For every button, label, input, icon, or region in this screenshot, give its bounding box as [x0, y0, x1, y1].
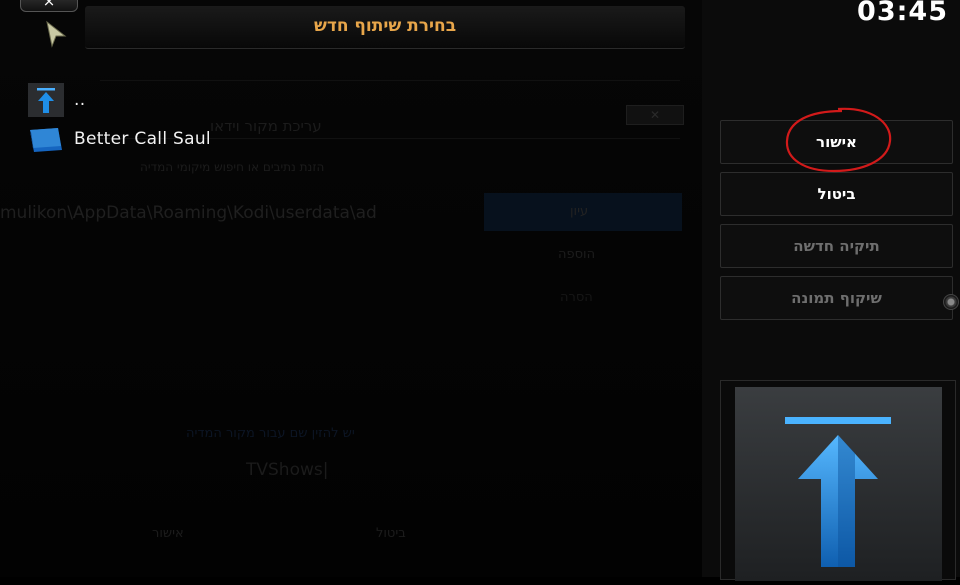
dialog-title-bar: בחירת שיתוף חדש	[85, 6, 685, 49]
cancel-button-label: ביטול	[817, 185, 856, 203]
ghost-divider	[100, 80, 680, 81]
blue-folder-icon	[28, 122, 64, 156]
parent-folder-arrow-icon	[785, 417, 891, 567]
dialog-title: בחירת שיתוף חדש	[313, 16, 457, 36]
mirror-image-toggle[interactable]: שיקוף תמונה	[720, 276, 959, 320]
folder-browser-dialog: עריכת מקור וידאו הזנת נתיבים או חיפוש מי…	[0, 0, 702, 577]
parent-folder-arrow-icon	[28, 83, 64, 117]
sidebar: 03:45 אישור ביטול תיקיה חדשה שיקוף תמונה	[702, 0, 960, 581]
ghost-name-prompt: יש להזין שם עבור מקור המדיה	[186, 426, 355, 441]
mouse-pointer-icon	[46, 20, 67, 48]
ok-button-label: אישור	[816, 133, 857, 151]
ghost-browse: עיון	[570, 204, 589, 219]
ghost-ok: אישור	[152, 526, 184, 541]
ghost-add: הוספה	[558, 247, 596, 262]
list-item-label: ..	[74, 90, 86, 110]
ghost-path: mulikon\AppData\Roaming\Kodi\userdata\ad	[0, 203, 377, 223]
ghost-cancel: ביטול	[376, 526, 406, 541]
close-button[interactable]: ×	[20, 0, 78, 12]
cancel-button[interactable]: ביטול	[720, 172, 953, 216]
preview-thumbnail-frame	[720, 380, 956, 581]
clock: 03:45	[857, 0, 948, 27]
ghost-name-value: TVShows|	[246, 460, 329, 480]
list-item-folder[interactable]: Better Call Saul	[28, 122, 211, 156]
ghost-remove: הסרה	[560, 290, 593, 305]
list-item-label: Better Call Saul	[74, 129, 211, 149]
new-folder-button[interactable]: תיקיה חדשה	[720, 224, 953, 268]
ok-button[interactable]: אישור	[720, 120, 953, 164]
ghost-dialog-subtitle: הזנת נתיבים או חיפוש מיקומי המדיה	[140, 160, 325, 174]
preview-thumbnail	[735, 387, 942, 581]
ghost-dialog-title: עריכת מקור וידאו	[210, 117, 322, 135]
mirror-image-label: שיקוף תמונה	[791, 289, 882, 307]
list-item-parent-folder[interactable]: ..	[28, 83, 85, 117]
new-folder-button-label: תיקיה חדשה	[793, 237, 880, 255]
radio-toggle-icon	[943, 294, 959, 310]
ghost-close-button: ✕	[626, 105, 684, 125]
